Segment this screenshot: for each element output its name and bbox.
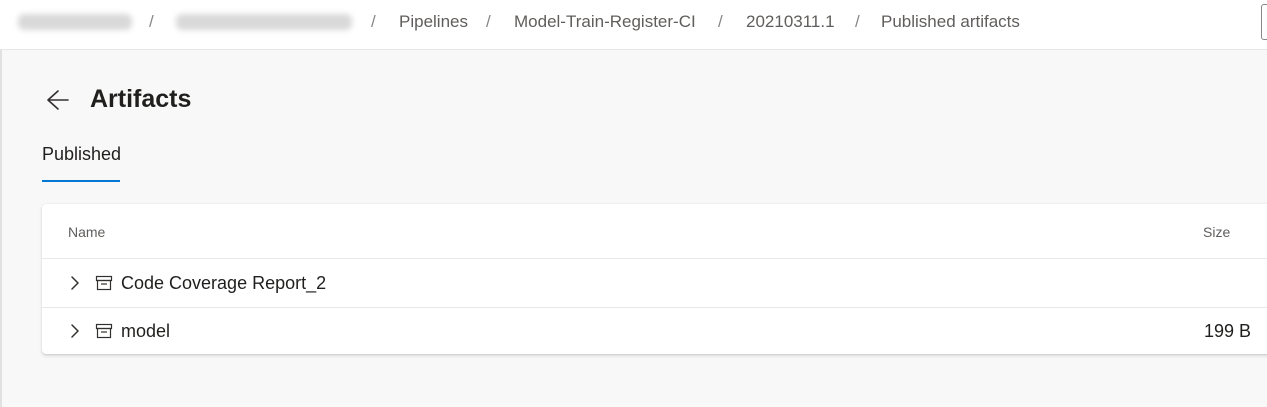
artifact-icon [95, 275, 113, 291]
breadcrumb-pipeline-name[interactable]: Model-Train-Register-CI [514, 12, 696, 32]
breadcrumb-separator: / [718, 12, 723, 31]
column-header-name[interactable]: Name [68, 224, 105, 240]
chevron-right-icon[interactable] [69, 275, 81, 291]
breadcrumb-separator: / [149, 12, 154, 31]
left-panel-edge [0, 50, 2, 407]
organization-link-redacted[interactable] [18, 14, 132, 30]
breadcrumb-separator: / [371, 12, 376, 31]
table-row[interactable]: model 199 B [42, 307, 1267, 355]
table-row[interactable]: Code Coverage Report_2 [42, 259, 1267, 307]
page-title: Artifacts [90, 85, 192, 113]
breadcrumb-current-page: Published artifacts [881, 12, 1020, 31]
top-navigation-bar: / / Pipelines / Model-Train-Register-CI … [0, 0, 1267, 50]
project-link-redacted[interactable] [176, 14, 352, 30]
breadcrumb-run[interactable]: 20210311.1 [746, 12, 835, 32]
column-header-size[interactable]: Size [1203, 224, 1230, 240]
breadcrumb-separator: / [486, 12, 491, 31]
tab-published[interactable]: Published [42, 143, 121, 165]
arrow-left-icon[interactable] [46, 89, 70, 111]
artifact-size: 199 B [1204, 321, 1252, 341]
breadcrumb-pipelines[interactable]: Pipelines [399, 12, 468, 32]
artifacts-table: Name Size Code Coverage Report_2 model 1… [42, 204, 1267, 354]
chevron-right-icon[interactable] [69, 323, 81, 339]
artifact-name[interactable]: model [121, 320, 170, 342]
breadcrumb-separator: / [855, 12, 860, 31]
selected-tab-indicator [42, 180, 120, 182]
artifact-name[interactable]: Code Coverage Report_2 [121, 272, 326, 294]
artifact-icon [95, 323, 113, 339]
search-box-edge[interactable] [1261, 4, 1267, 40]
